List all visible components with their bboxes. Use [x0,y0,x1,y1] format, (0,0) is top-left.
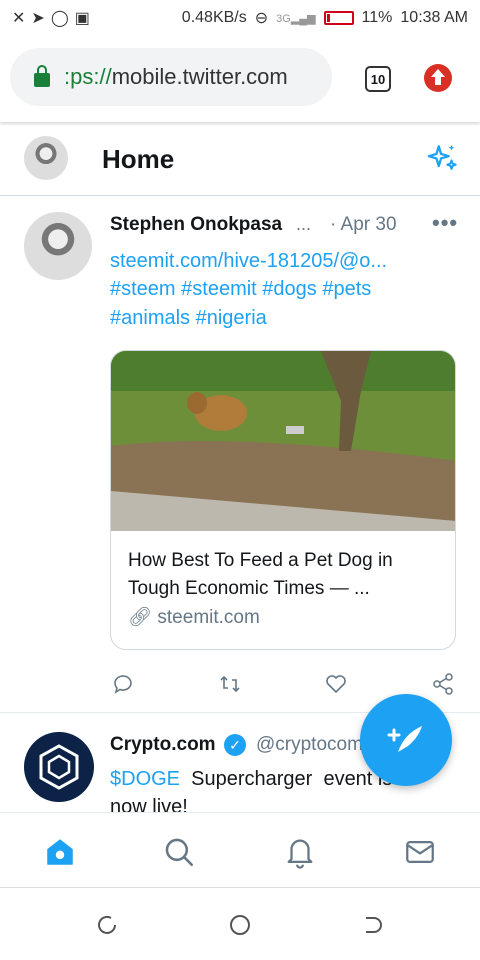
card-title: How Best To Feed a Pet Dog in Tough Econ… [128,550,393,599]
tweet-link[interactable]: steemit.com/hive-181205/@o... [110,250,387,273]
browser-toolbar: :ps:// mobile.twitter.com 10 [0,36,480,122]
page-title: Home [102,144,175,174]
search-icon[interactable] [162,835,196,869]
compose-tweet-button[interactable] [360,694,452,786]
like-icon[interactable] [324,672,348,696]
link-icon: 🔗︎ [128,607,153,628]
card-domain: 🔗︎ steemit.com [128,607,260,628]
bottom-nav [0,812,480,888]
tab-switcher-button[interactable]: 10 [365,66,391,92]
retweet-icon[interactable] [218,672,242,696]
home-icon[interactable] [43,835,77,869]
notification-icons: ✕ ➤ ◯ ▣ [12,8,90,28]
more-options-icon[interactable]: ••• [432,210,458,236]
battery-percent: 11% [361,9,393,26]
back-icon[interactable] [362,914,384,936]
status-bar: ✕ ➤ ◯ ▣ 0.48KB/s ⊖ 3G▂▄▆ 11% 10:38 AM [0,0,480,36]
address-bar[interactable]: :ps:// mobile.twitter.com [10,48,332,106]
recents-icon[interactable] [96,914,118,936]
verified-icon: ✓ [224,734,246,756]
tweet-date[interactable]: · Apr 30 [330,214,397,236]
url-host: mobile.twitter.com [111,64,288,89]
lock-icon [34,65,50,87]
download-icon: ▣ [74,10,90,27]
notifications-icon[interactable] [283,835,317,869]
update-icon[interactable] [424,64,452,92]
signal-icon: 3G▂▄▆ [276,12,316,25]
crypto-logo-icon [39,744,79,790]
author-avatar[interactable] [24,732,94,802]
home-button-icon[interactable] [228,913,252,937]
url-scheme: :ps:// [64,64,112,89]
profile-avatar[interactable] [24,136,68,180]
tweet-text: $DOGE Supercharger event is [110,768,393,790]
author-name[interactable]: Stephen Onokpasa [110,214,282,236]
tweet-text: now live! [110,796,188,812]
messages-icon[interactable] [403,835,437,869]
battery-icon [323,11,354,25]
reply-icon[interactable] [111,672,135,696]
sparkle-icon[interactable] [426,142,460,176]
tweet-hashtags[interactable]: #animals #nigeria [110,307,267,330]
clock: 10:38 AM [400,9,468,26]
telegram-icon: ➤ [31,10,45,27]
card-image [111,351,455,531]
system-nav-bar [0,888,480,960]
home-header: Home [0,124,480,196]
compose-feather-icon [387,726,422,752]
network-speed: 0.48KB/s [181,9,247,26]
whatsapp-icon: ◯ [50,10,69,27]
tweet-hashtags[interactable]: #steem #steemit #dogs #pets [110,278,371,301]
cashtag-link[interactable]: $DOGE [110,768,180,790]
name-ellipsis: ... [296,214,312,234]
author-name[interactable]: Crypto.com [110,734,216,756]
author-handle[interactable]: @cryptocom [256,734,364,756]
share-icon[interactable] [431,672,455,696]
missed-call-icon: ✕ [12,10,26,27]
author-avatar[interactable] [24,212,92,280]
link-card[interactable]: How Best To Feed a Pet Dog in Tough Econ… [110,350,456,650]
dnd-icon: ⊖ [254,10,269,27]
